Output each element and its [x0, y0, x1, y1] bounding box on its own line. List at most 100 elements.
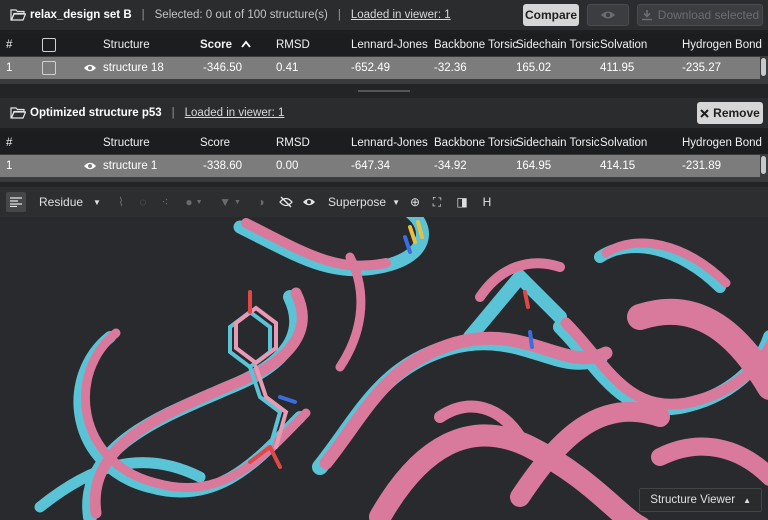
vertical-scrollbar[interactable] — [761, 58, 766, 76]
col-hydrogen-bond[interactable]: Hydrogen Bond — [682, 132, 762, 154]
row-index: 1 — [6, 62, 13, 74]
col-index: # — [6, 137, 13, 149]
sort-ascending-icon — [241, 40, 251, 48]
caret-down-icon: ▼ — [392, 197, 400, 207]
style-cartoon-button[interactable]: ⌇ — [110, 187, 132, 217]
loaded-in-viewer-link[interactable]: Loaded in viewer: 1 — [185, 107, 285, 119]
eye-slash-icon — [279, 196, 293, 208]
folder-open-icon — [10, 9, 26, 21]
row-lennard-jones: -647.34 — [351, 160, 391, 172]
col-sidechain-torsion[interactable]: Sidechain Torsic — [516, 132, 600, 154]
set-title: relax_design set B — [30, 9, 132, 21]
row-solvation: 411.95 — [600, 62, 635, 74]
col-backbone-torsion[interactable]: Backbone Torsic — [434, 34, 518, 56]
style-surface-button[interactable]: ◌ — [132, 187, 154, 217]
col-rmsd[interactable]: RMSD — [276, 34, 310, 56]
col-structure[interactable]: Structure — [103, 34, 150, 56]
color-dropdown[interactable]: ● ▼ — [176, 187, 212, 217]
filter-dropdown[interactable]: ▼ ▼ — [212, 187, 248, 217]
download-icon — [641, 10, 652, 21]
table-row[interactable]: 1 structure 1 -338.60 0.00 -647.34 -34.9… — [0, 155, 760, 177]
superpose-dropdown[interactable]: Superpose ▼ — [324, 187, 404, 217]
caret-down-icon: ▼ — [195, 198, 203, 206]
structure-viewer-toggle[interactable]: Structure Viewer ▲ — [639, 488, 762, 512]
eye-icon[interactable] — [83, 161, 97, 171]
vertical-scrollbar[interactable] — [761, 156, 766, 174]
filter-icon: ▼ — [219, 195, 231, 209]
set-table-header: # Structure Score RMSD Lennard-Jones Bac… — [0, 34, 768, 56]
row-structure: structure 18 — [103, 62, 164, 74]
row-backbone-torsion: -32.36 — [434, 62, 467, 74]
row-structure: structure 1 — [103, 160, 158, 172]
col-score[interactable]: Score — [200, 34, 251, 56]
structure-viewer-canvas[interactable]: Structure Viewer ▲ — [0, 217, 768, 520]
download-selected-button[interactable]: Download selected — [637, 4, 763, 26]
col-sidechain-torsion[interactable]: Sidechain Torsic — [516, 34, 600, 56]
eye-icon[interactable] — [83, 63, 97, 73]
remove-label: Remove — [713, 106, 760, 120]
folder-open-icon — [10, 107, 26, 119]
close-icon — [700, 108, 709, 118]
view-button[interactable] — [587, 4, 629, 26]
row-hydrogen-bond: -235.27 — [682, 62, 722, 74]
col-lennard-jones[interactable]: Lennard-Jones — [351, 34, 428, 56]
row-index: 1 — [6, 160, 13, 172]
row-sidechain-torsion: 165.02 — [516, 62, 552, 74]
center-button[interactable]: ⊕ — [404, 187, 426, 217]
download-label: Download selected — [657, 8, 760, 22]
col-index: # — [6, 39, 13, 51]
crosshair-icon: ⊕ — [409, 195, 421, 209]
structure-viewer-label: Structure Viewer — [650, 494, 736, 506]
split-view-button[interactable]: ◨ — [448, 187, 476, 217]
row-score: -338.60 — [203, 160, 243, 172]
row-hydrogen-bond: -231.89 — [682, 160, 722, 172]
superpose-label: Superpose — [328, 195, 387, 209]
caret-down-icon: ▼ — [93, 197, 101, 207]
eye-icon — [601, 11, 615, 19]
selected-count: Selected: 0 out of 100 structure(s) — [154, 9, 328, 21]
col-score[interactable]: Score — [200, 132, 230, 154]
sequence-toggle-button[interactable] — [2, 187, 30, 217]
loaded-in-viewer-link[interactable]: Loaded in viewer: 1 — [351, 9, 451, 21]
molecule-icon: ⁖ — [161, 195, 169, 209]
split-view-icon: ◨ — [456, 195, 468, 209]
row-score: -346.50 — [203, 62, 243, 74]
separator: | — [141, 9, 145, 21]
separator: | — [337, 9, 341, 21]
eye-icon — [303, 198, 315, 206]
col-hydrogen-bond[interactable]: Hydrogen Bond — [682, 34, 762, 56]
row-sidechain-torsion: 164.95 — [516, 160, 552, 172]
contrast-button[interactable]: ◑ — [248, 187, 274, 217]
show-button[interactable] — [298, 187, 320, 217]
select-all-checkbox[interactable] — [42, 38, 56, 52]
row-checkbox[interactable] — [42, 61, 56, 75]
residue-label: Residue — [39, 195, 84, 209]
fullscreen-icon: ⛶ — [432, 194, 442, 209]
col-solvation[interactable]: Solvation — [600, 34, 647, 56]
viewer-toolbar: Residue ▼ ⌇ ◌ ⁖ ● ▼ ▼ ▼ ◑ Superpose ▼ ⊕ ⛶ … — [0, 187, 768, 217]
hydrogen-toggle-button[interactable]: H — [476, 187, 498, 217]
row-rmsd: 0.41 — [276, 62, 299, 74]
residue-dropdown[interactable]: Residue ▼ — [30, 187, 110, 217]
optimized-table-header: # Structure Score RMSD Lennard-Jones Bac… — [0, 132, 768, 154]
col-rmsd[interactable]: RMSD — [276, 132, 310, 154]
col-lennard-jones[interactable]: Lennard-Jones — [351, 132, 428, 154]
fullscreen-button[interactable]: ⛶ — [426, 187, 448, 217]
row-rmsd: 0.00 — [276, 160, 299, 172]
caret-down-icon: ▼ — [233, 198, 241, 206]
col-solvation[interactable]: Solvation — [600, 132, 647, 154]
row-lennard-jones: -652.49 — [351, 62, 391, 74]
col-structure[interactable]: Structure — [103, 132, 150, 154]
remove-button[interactable]: Remove — [697, 102, 763, 124]
lasso-icon: ◌ — [139, 195, 147, 209]
separator: | — [171, 107, 175, 119]
table-row[interactable]: 1 structure 18 -346.50 0.41 -652.49 -32.… — [0, 57, 760, 79]
compare-button[interactable]: Compare — [523, 4, 579, 26]
resize-divider[interactable] — [0, 84, 768, 98]
caret-up-icon: ▲ — [743, 495, 751, 505]
hide-button[interactable] — [274, 187, 298, 217]
style-sticks-button[interactable]: ⁖ — [154, 187, 176, 217]
col-backbone-torsion[interactable]: Backbone Torsic — [434, 132, 518, 154]
hydrogen-label: H — [482, 195, 492, 209]
row-backbone-torsion: -34.92 — [434, 160, 467, 172]
